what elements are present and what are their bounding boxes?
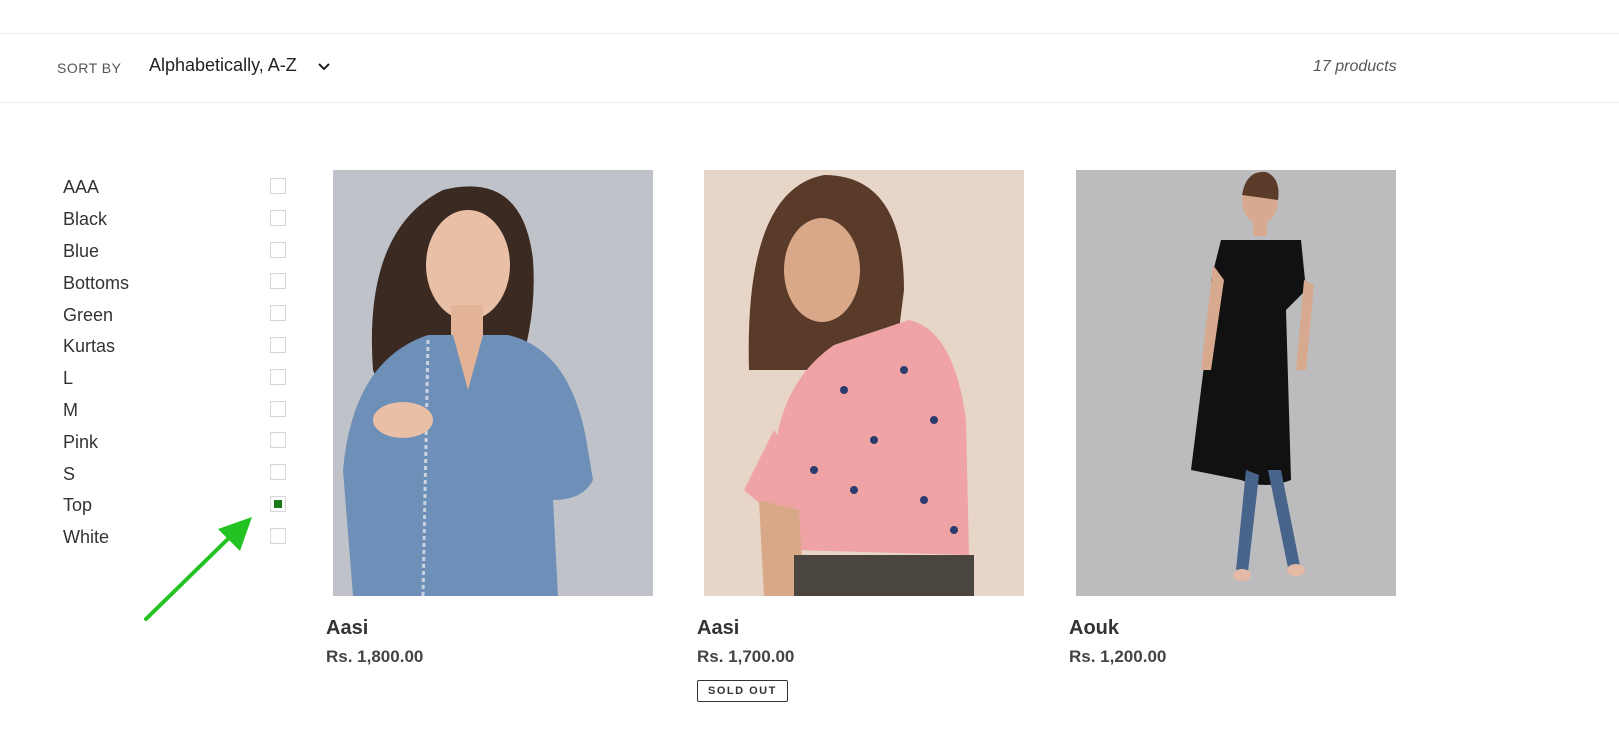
filter-item-black[interactable]: Black: [63, 204, 293, 236]
product-title[interactable]: Aouk: [1069, 617, 1119, 640]
product-image[interactable]: [333, 170, 653, 596]
filter-checkbox[interactable]: [270, 336, 286, 353]
filter-label: L: [63, 368, 74, 389]
product-price: Rs. 1,200.00: [1069, 647, 1167, 666]
product-title[interactable]: Aasi: [326, 617, 368, 640]
filter-item-m[interactable]: M: [63, 395, 293, 427]
sort-selected-value: Alphabetically, A-Z: [149, 55, 297, 75]
filter-label: Pink: [63, 431, 99, 452]
filter-label: S: [63, 463, 76, 484]
filter-checkbox[interactable]: [270, 305, 286, 322]
filter-checkbox[interactable]: [270, 368, 286, 385]
annotation-arrow-icon: [144, 517, 252, 621]
filter-item-green[interactable]: Green: [63, 299, 293, 331]
filter-item-s[interactable]: S: [63, 458, 293, 490]
filter-checkbox[interactable]: [270, 527, 286, 544]
filter-item-l[interactable]: L: [63, 363, 293, 395]
filter-label: White: [63, 527, 110, 548]
filter-checkbox[interactable]: [270, 400, 286, 417]
filter-label: Black: [63, 209, 108, 230]
product-image[interactable]: [1076, 170, 1396, 596]
filter-item-bottoms[interactable]: Bottoms: [63, 267, 293, 299]
filter-checkbox[interactable]: [270, 241, 286, 258]
filter-checkbox[interactable]: [270, 209, 286, 226]
sold-out-badge: SOLD OUT: [697, 680, 788, 702]
product-image[interactable]: [704, 170, 1024, 596]
chevron-down-icon: [318, 62, 330, 70]
sort-by-label: SORT BY: [57, 60, 122, 76]
filter-label: Bottoms: [63, 272, 130, 293]
filter-item-blue[interactable]: Blue: [63, 236, 293, 268]
filter-label: M: [63, 399, 78, 420]
product-title[interactable]: Aasi: [697, 617, 739, 640]
filter-label: Top: [63, 495, 93, 516]
filter-checkbox[interactable]: [270, 178, 286, 194]
collection-page: SORT BY Alphabetically, A-Z 17 products …: [0, 0, 1619, 746]
filter-checkbox-checked[interactable]: [270, 495, 286, 512]
filter-checkbox[interactable]: [270, 464, 286, 481]
filter-item-aaa[interactable]: AAA: [63, 172, 293, 204]
sort-dropdown[interactable]: Alphabetically, A-Z: [149, 55, 331, 76]
filter-item-pink[interactable]: Pink: [63, 426, 293, 458]
filter-checkbox[interactable]: [270, 432, 286, 449]
filter-label: Kurtas: [63, 336, 116, 357]
filter-label: Blue: [63, 240, 100, 261]
filter-list: AAA Black Blue Bottoms Green Kurtas L M: [63, 172, 293, 554]
filter-item-kurtas[interactable]: Kurtas: [63, 331, 293, 363]
sort-bar: SORT BY Alphabetically, A-Z 17 products: [0, 33, 1619, 103]
product-count: 17 products: [1313, 58, 1397, 75]
product-price: Rs. 1,700.00: [697, 647, 795, 666]
filter-label: Green: [63, 304, 114, 325]
filter-checkbox[interactable]: [270, 273, 286, 290]
filter-label: AAA: [63, 177, 100, 198]
product-price: Rs. 1,800.00: [326, 647, 424, 666]
